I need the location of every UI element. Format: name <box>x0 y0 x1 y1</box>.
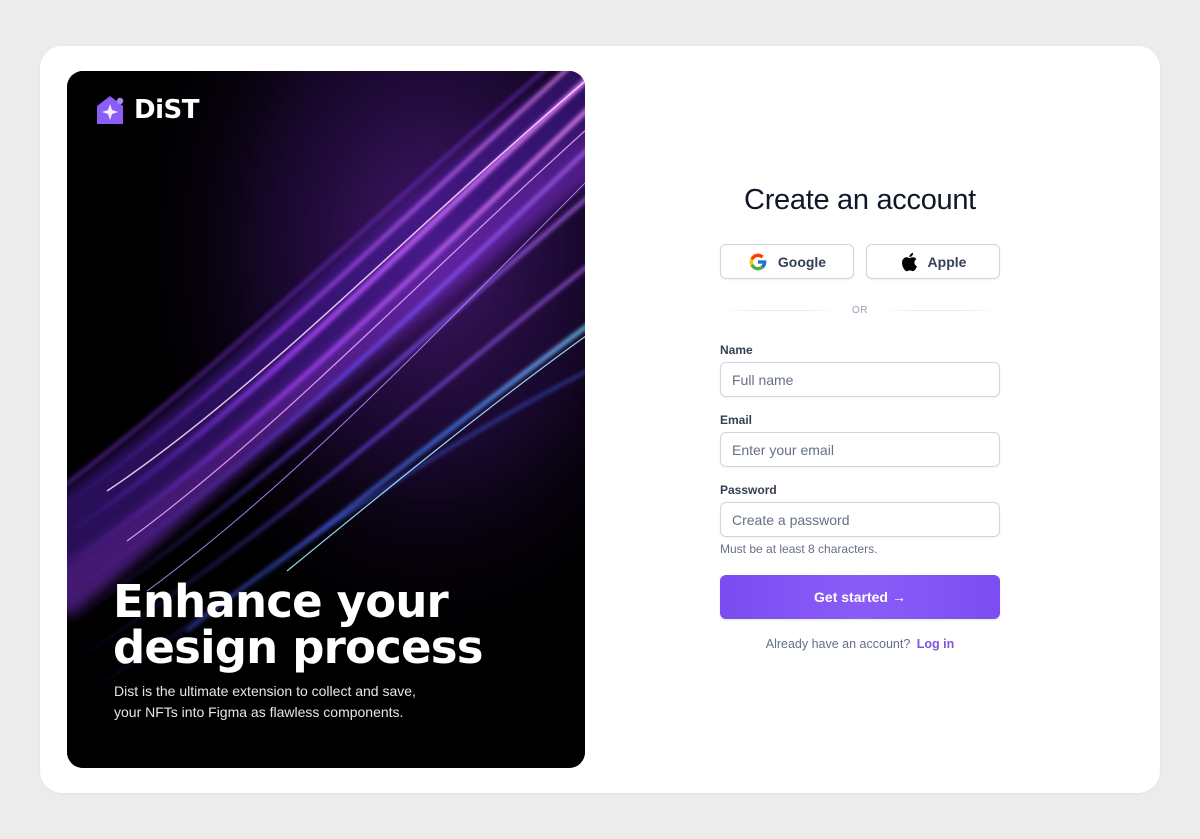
divider-line-right <box>878 309 1000 311</box>
google-signin-button[interactable]: Google <box>720 244 854 279</box>
brand-name: DiST <box>134 95 199 125</box>
name-label: Name <box>720 343 753 357</box>
hero-title: Enhance your design process <box>113 575 484 674</box>
login-link[interactable]: Log in <box>917 637 955 651</box>
login-prompt-text: Already have an account? <box>765 637 911 651</box>
or-divider: OR <box>720 303 1000 317</box>
dist-logo-icon <box>97 96 124 124</box>
divider-line-left <box>720 309 842 311</box>
page-title: Create an account <box>744 184 976 216</box>
arrow-right-icon: → <box>891 589 906 605</box>
hero-panel: DiST Enhance your design process Dist is… <box>67 71 585 768</box>
password-label: Password <box>720 483 777 497</box>
name-field[interactable] <box>720 362 1000 397</box>
apple-icon <box>901 252 917 271</box>
brand-logo: DiST <box>94 94 199 126</box>
apple-label: Apple <box>927 253 967 270</box>
get-started-label: Get started <box>814 589 888 605</box>
hero-subtitle: Dist is the ultimate extension to collec… <box>114 683 416 720</box>
password-hint: Must be at least 8 characters. <box>720 542 878 556</box>
password-field[interactable] <box>720 502 1000 537</box>
apple-signin-button[interactable]: Apple <box>866 244 1000 279</box>
google-icon <box>749 253 767 270</box>
login-prompt-row: Already have an account? Log in <box>720 637 1000 651</box>
get-started-button[interactable]: Get started → <box>720 575 1000 619</box>
divider-text: OR <box>852 304 868 316</box>
email-field[interactable] <box>720 432 1000 467</box>
google-label: Google <box>777 253 827 270</box>
email-label: Email <box>720 413 753 427</box>
